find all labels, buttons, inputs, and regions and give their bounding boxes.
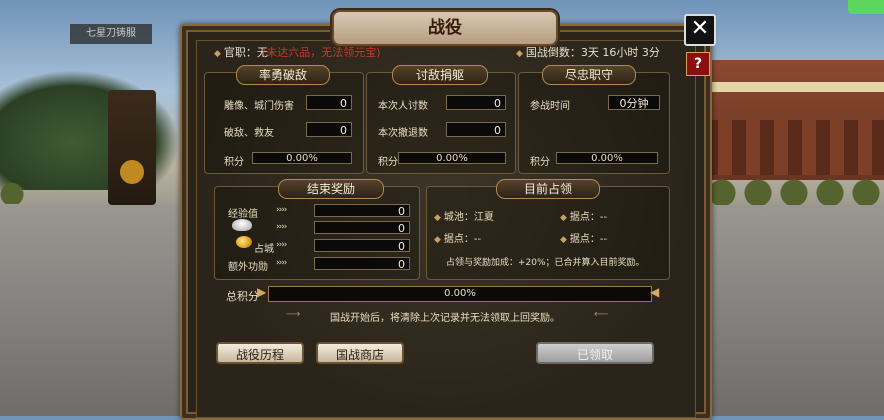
total-score-label: 总积分 bbox=[226, 290, 259, 303]
occupy-stronghold: ◆ 据点：-- bbox=[434, 234, 482, 245]
duty-score-bar: 0.00% bbox=[556, 152, 658, 164]
panel-rewards-title: 结束奖励 bbox=[278, 179, 384, 199]
reward-silver-value: 0 bbox=[314, 221, 410, 235]
dialog-title-plate: 战役 bbox=[332, 10, 558, 46]
reward-arrows: ›››› bbox=[276, 258, 287, 268]
brave-row-label: 破敌、救友 bbox=[224, 128, 274, 139]
rank-label: ◆ 官职：无 bbox=[214, 46, 268, 59]
reward-arrows: ›››› bbox=[276, 222, 287, 232]
occupy-bonus-note: 占领与奖励加成：+20%；已合并算入目前奖励。 bbox=[446, 258, 645, 268]
help-icon[interactable]: ? bbox=[686, 52, 710, 76]
hunt-row-label: 本次撤退数 bbox=[378, 128, 428, 139]
background-bushes bbox=[704, 175, 884, 205]
reward-merit-label: 额外功勋 bbox=[228, 262, 268, 273]
decor-right-icon: ⟵ bbox=[594, 309, 609, 320]
reward-arrows: ›››› bbox=[276, 240, 287, 250]
background-bush-left bbox=[0, 180, 40, 204]
brave-score-label: 积分 bbox=[224, 157, 244, 168]
countdown: ◆ 国战倒数：3天 16小时 3分 bbox=[516, 46, 660, 59]
gold-ingot-icon bbox=[236, 236, 252, 248]
duty-score-label: 积分 bbox=[530, 157, 550, 168]
reward-city-label: 占城 bbox=[254, 244, 274, 255]
diamond-icon: ◆ bbox=[560, 235, 567, 245]
hunt-row-label: 本次人讨数 bbox=[378, 101, 428, 112]
decor-left-icon: ⟶ bbox=[286, 309, 301, 320]
hunt-score-bar: 0.00% bbox=[398, 152, 506, 164]
duty-row-value: 0分钟 bbox=[608, 95, 660, 110]
diamond-icon: ◆ bbox=[434, 213, 441, 223]
diamond-icon: ◆ bbox=[516, 49, 523, 59]
claimed-button[interactable]: 已领取 bbox=[536, 342, 654, 364]
panel-duty-title: 尽忠职守 bbox=[542, 65, 636, 85]
bar-left-cap-icon: ▶ bbox=[257, 285, 267, 299]
close-icon[interactable]: ✕ bbox=[684, 14, 716, 46]
status-indicator bbox=[848, 0, 884, 14]
diamond-icon: ◆ bbox=[434, 235, 441, 245]
panel-occupy-title: 目前占领 bbox=[496, 179, 600, 199]
duty-row-label: 参战时间 bbox=[530, 101, 570, 112]
silver-ingot-icon bbox=[232, 219, 252, 231]
hunt-score-label: 积分 bbox=[378, 157, 398, 168]
occupy-stronghold: ◆ 据点：-- bbox=[560, 212, 608, 223]
background-tower bbox=[108, 90, 156, 205]
battle-history-button[interactable]: 战役历程 bbox=[216, 342, 304, 364]
reward-city-value: 0 bbox=[314, 239, 410, 253]
war-shop-button[interactable]: 国战商店 bbox=[316, 342, 404, 364]
diamond-icon: ◆ bbox=[560, 213, 567, 223]
hunt-row-value: 0 bbox=[446, 95, 506, 110]
panel-brave-title: 率勇破敌 bbox=[236, 65, 330, 85]
occupy-city: ◆ 城池：江夏 bbox=[434, 212, 494, 223]
reward-merit-value: 0 bbox=[314, 257, 410, 271]
bar-right-cap-icon: ◀ bbox=[650, 285, 660, 299]
reward-exp-value: 0 bbox=[314, 204, 410, 218]
rank-note: (未达六品，无法领元宝) bbox=[262, 46, 381, 59]
hunt-row-value: 0 bbox=[446, 122, 506, 137]
brave-row-label: 雕像、城门伤害 bbox=[224, 101, 294, 112]
brave-row-value: 0 bbox=[306, 122, 352, 137]
dialog-title: 战役 bbox=[428, 18, 462, 38]
brave-score-bar: 0.00% bbox=[252, 152, 352, 164]
background-palace bbox=[704, 60, 884, 180]
reward-arrows: ›››› bbox=[276, 205, 287, 215]
total-score-bar: 0.00% bbox=[268, 286, 652, 302]
occupy-stronghold: ◆ 据点：-- bbox=[560, 234, 608, 245]
panel-hunt-title: 讨敌捐躯 bbox=[392, 65, 488, 85]
diamond-icon: ◆ bbox=[214, 49, 221, 59]
reward-exp-label: 经验值 bbox=[228, 209, 258, 220]
background-sign: 七星刀铸服 bbox=[70, 24, 152, 44]
reset-notice: 国战开始后，将清除上次记录并无法领取上回奖励。 bbox=[330, 313, 560, 324]
brave-row-value: 0 bbox=[306, 95, 352, 110]
